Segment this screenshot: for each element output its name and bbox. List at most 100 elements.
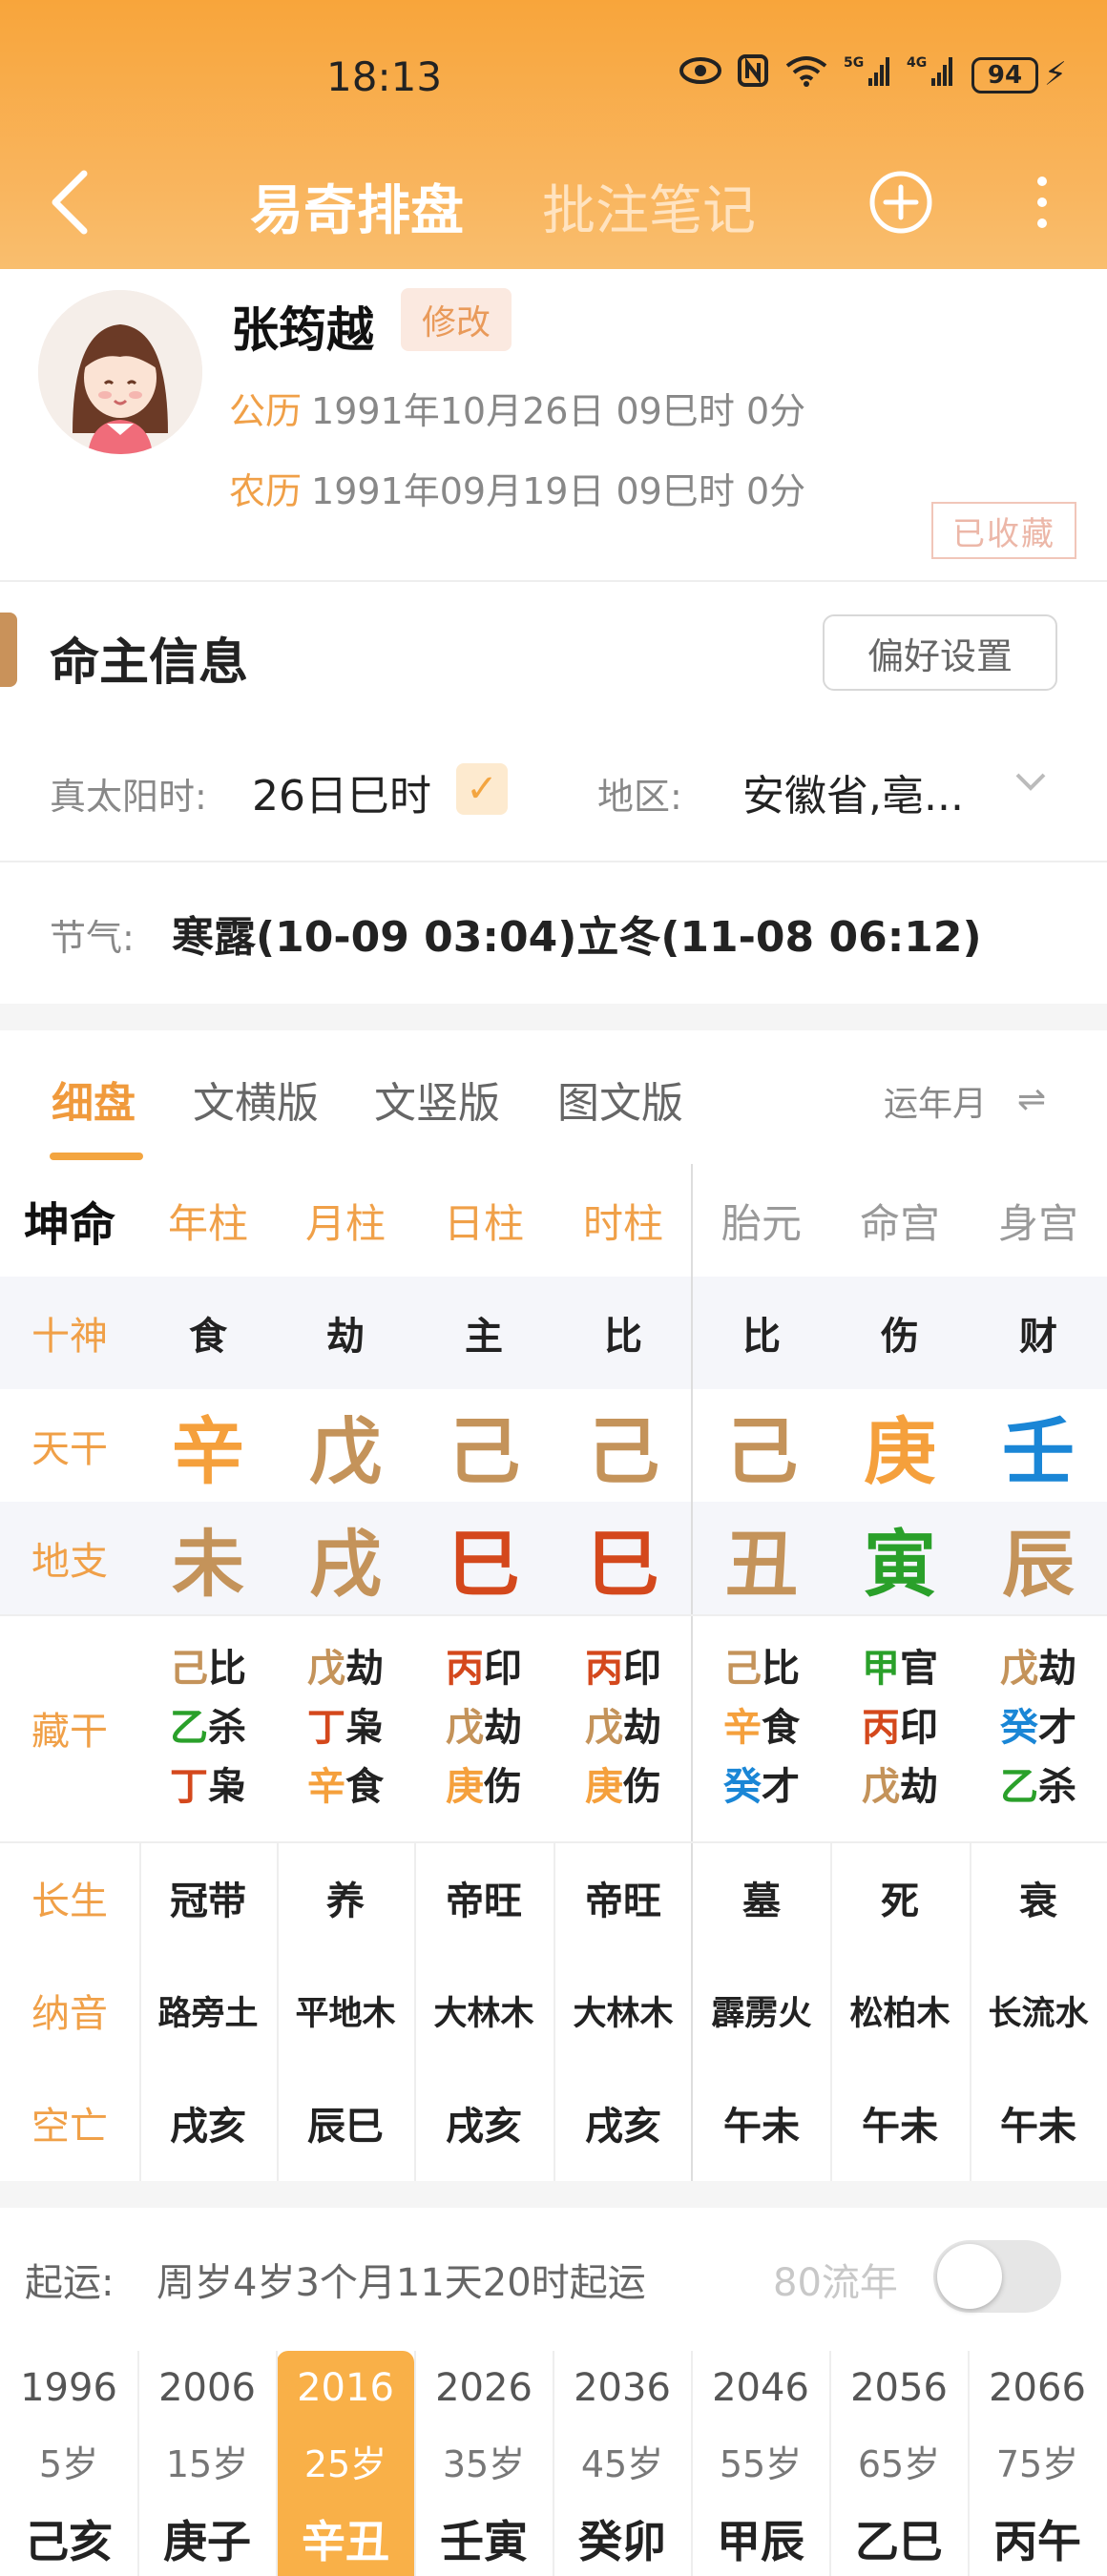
- cell-divider: [277, 1841, 279, 2181]
- tab-notes[interactable]: 批注笔记: [542, 168, 756, 245]
- kongwang-value: 戌亥: [170, 2105, 246, 2149]
- hidden-stem-god: 食: [762, 1706, 800, 1750]
- dayun-item[interactable]: 2036 45岁 癸卯: [554, 2351, 691, 2576]
- cell-nayin-6: 长流水: [970, 1954, 1107, 2067]
- cell-header-6: 身宫: [970, 1164, 1107, 1277]
- row-header: 坤命 年柱 月柱 日柱 时柱 胎元 命宫 身宫: [0, 1164, 1107, 1277]
- back-icon[interactable]: [42, 164, 99, 240]
- liunian-toggle[interactable]: [933, 2240, 1061, 2313]
- dayun-year: 2056: [850, 2366, 948, 2410]
- dayun-divider: [414, 2351, 416, 2576]
- dayun-item[interactable]: 2016 25岁 辛丑: [277, 2351, 414, 2576]
- dayun-item[interactable]: 2006 15岁 庚子: [138, 2351, 276, 2576]
- cell-header-1: 月柱: [277, 1164, 414, 1277]
- hidden-stem: 戊劫: [585, 1698, 661, 1757]
- cell-shishen-1: 劫: [277, 1277, 414, 1389]
- cell-changsheng-3: 帝旺: [554, 1841, 693, 1954]
- preferences-button[interactable]: 偏好设置: [823, 614, 1057, 691]
- cell-changsheng-6: 衰: [970, 1841, 1107, 1954]
- hidden-stem-god: 伤: [623, 1765, 661, 1809]
- dayun-item[interactable]: 2056 65岁 乙巳: [830, 2351, 968, 2576]
- column-header: 身宫: [997, 1199, 1078, 1247]
- row-label-text: 空亡: [31, 2105, 108, 2149]
- hidden-stem-char: 戊: [446, 1706, 484, 1750]
- status-time: 18:13: [326, 53, 443, 100]
- hidden-stem: 辛食: [723, 1698, 800, 1757]
- ten-god: 伤: [881, 1315, 919, 1359]
- svg-text:4G: 4G: [907, 55, 927, 71]
- cell-header-2: 日柱: [414, 1164, 554, 1277]
- hidden-stem-god: 劫: [345, 1647, 384, 1691]
- nayin-value: 大林木: [573, 1994, 674, 2033]
- dayun-divider: [829, 2351, 831, 2576]
- hidden-stem: 戊劫: [446, 1698, 522, 1757]
- dayun-item[interactable]: 2066 75岁 丙午: [969, 2351, 1106, 2576]
- dayun-age: 5岁: [38, 2443, 99, 2485]
- row-label-kongwang: 空亡: [0, 2067, 139, 2179]
- dayun-item[interactable]: 1996 5岁 己亥: [0, 2351, 137, 2576]
- lunar-date: 农历 1991年09月19日 09巳时 0分: [229, 462, 805, 514]
- cell-tiangan-1: 戊: [277, 1389, 414, 1502]
- dayun-item[interactable]: 2046 55岁 甲辰: [692, 2351, 829, 2576]
- cell-canggan-4: 己比 辛食 癸才: [693, 1614, 830, 1841]
- lunar-label: 农历: [229, 470, 303, 512]
- column-header: 月柱: [304, 1199, 386, 1247]
- dayun-row: 1996 5岁 己亥 2006 15岁 庚子 2016 25岁 辛丑 2026 35岁 壬寅 2036 4…: [0, 2351, 1107, 2576]
- check-icon[interactable]: ✓: [456, 763, 508, 815]
- column-divider: [691, 1164, 693, 2181]
- cell-dizhi-6: 辰: [970, 1502, 1107, 1614]
- swap-icon[interactable]: ⇌: [1017, 1080, 1046, 1119]
- changsheng-value: 帝旺: [446, 1880, 522, 1923]
- more-icon[interactable]: [1023, 170, 1061, 235]
- hidden-stem: 戊劫: [862, 1757, 938, 1817]
- earthly-branch: 戌: [309, 1522, 382, 1607]
- heavenly-stem: 己: [725, 1409, 798, 1494]
- hidden-stem-char: 癸: [1000, 1706, 1038, 1750]
- collected-stamp[interactable]: 已收藏: [931, 502, 1076, 559]
- tab-wenheng[interactable]: 文横版: [193, 1069, 319, 1130]
- region-select[interactable]: 安徽省,亳...: [742, 761, 964, 822]
- cell-nayin-3: 大林木: [554, 1954, 693, 2067]
- cell-canggan-5: 甲官 丙印 戊劫: [830, 1614, 970, 1841]
- dayun-age: 75岁: [995, 2443, 1079, 2485]
- chevron-down-icon[interactable]: [1012, 761, 1050, 800]
- dayun-ganzhi: 癸卯: [578, 2516, 666, 2567]
- add-icon[interactable]: [868, 170, 933, 235]
- hidden-stem-god: 枭: [208, 1765, 246, 1809]
- dayun-ganzhi: 丙午: [993, 2516, 1081, 2567]
- section-title: 命主信息: [50, 634, 249, 692]
- hidden-stem: 丙印: [446, 1639, 522, 1698]
- section-gap: [0, 1004, 1107, 1030]
- dayun-divider: [276, 2351, 278, 2576]
- battery-icon: 94: [971, 57, 1038, 93]
- dayun-ganzhi: 壬寅: [440, 2516, 528, 2567]
- column-header: 时柱: [582, 1199, 663, 1247]
- tab-wenshu[interactable]: 文竖版: [374, 1069, 500, 1130]
- cell-kongwang-0: 戌亥: [139, 2067, 277, 2179]
- nayin-value: 霹雳火: [711, 1994, 812, 2033]
- hidden-stem: 乙杀: [1000, 1757, 1076, 1817]
- avatar[interactable]: [38, 290, 202, 454]
- edit-button[interactable]: 修改: [401, 288, 512, 351]
- status-icons: 5G 4G: [679, 53, 954, 88]
- row-label-canggan: 藏干: [0, 1614, 139, 1841]
- tab-xipan[interactable]: 细盘: [52, 1069, 136, 1130]
- tab-tuwen[interactable]: 图文版: [557, 1069, 683, 1130]
- true-solar-label: 真太阳时:: [50, 776, 207, 818]
- cell-tiangan-6: 壬: [970, 1389, 1107, 1502]
- row-label-nayin: 纳音: [0, 1954, 139, 2067]
- tab-paipan[interactable]: 易奇排盘: [250, 168, 464, 245]
- cell-canggan-3: 丙印 戊劫 庚伤: [554, 1614, 693, 1841]
- earthly-branch: 未: [172, 1522, 244, 1607]
- row-label-text: 十神: [31, 1315, 108, 1359]
- cell-canggan-0: 己比 乙杀 丁枭: [139, 1614, 277, 1841]
- cell-canggan-6: 戊劫 癸才 乙杀: [970, 1614, 1107, 1841]
- cell-tiangan-5: 庚: [830, 1389, 970, 1502]
- cell-kongwang-3: 戌亥: [554, 2067, 693, 2179]
- hidden-stem-god: 印: [623, 1647, 661, 1691]
- cell-changsheng-0: 冠带: [139, 1841, 277, 1954]
- cell-divider: [830, 1841, 832, 2181]
- cell-tiangan-3: 己: [554, 1389, 693, 1502]
- dayun-item[interactable]: 2026 35岁 壬寅: [415, 2351, 553, 2576]
- mode-select[interactable]: 运年月: [884, 1076, 987, 1126]
